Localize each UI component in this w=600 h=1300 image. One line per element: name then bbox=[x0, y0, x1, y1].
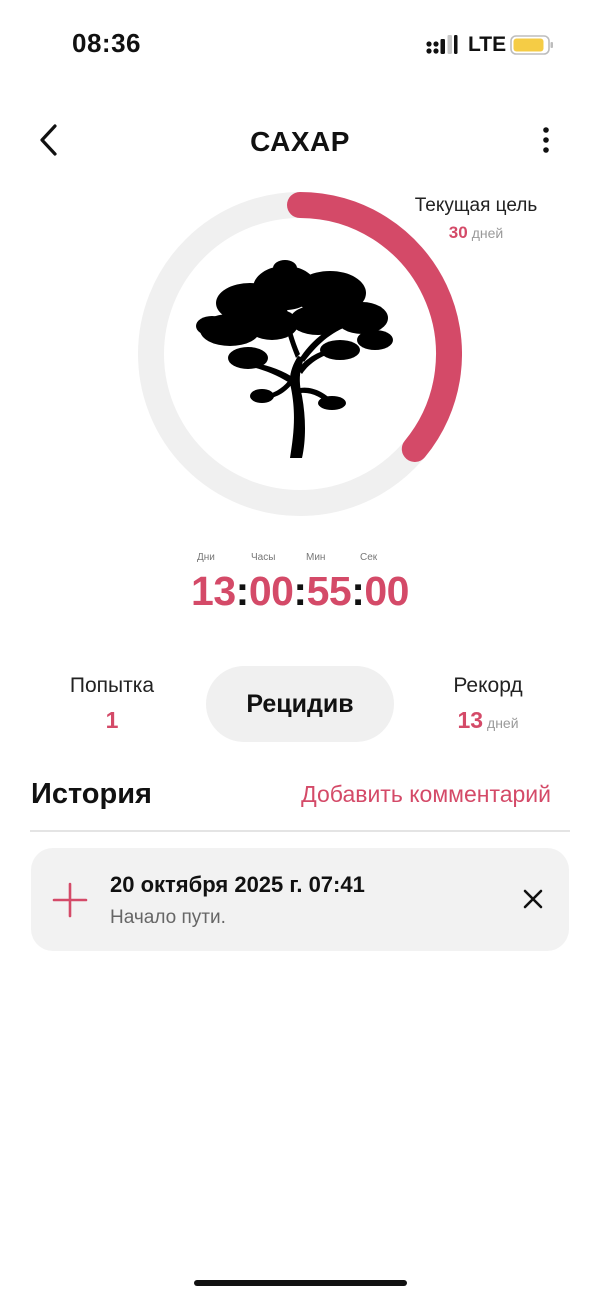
record-days: 13 bbox=[457, 707, 484, 733]
close-icon bbox=[523, 889, 543, 909]
network-type: LTE bbox=[468, 33, 507, 56]
delete-entry-button[interactable] bbox=[516, 882, 550, 916]
timer-minutes: 55 bbox=[306, 568, 352, 614]
timer-label-days: Дни bbox=[197, 552, 215, 563]
timer-days: 13 bbox=[191, 568, 236, 614]
add-comment-link[interactable]: Добавить комментарий bbox=[301, 781, 551, 808]
elapsed-timer: 13:00:55:00 bbox=[0, 568, 600, 615]
record-value: 13 дней bbox=[388, 707, 588, 734]
timer-separator: : bbox=[351, 568, 365, 614]
history-entry-note: Начало пути. bbox=[110, 907, 226, 928]
timer-seconds: 00 bbox=[364, 568, 409, 614]
home-indicator bbox=[194, 1280, 407, 1286]
relapse-button[interactable]: Рецидив bbox=[206, 666, 394, 742]
record-unit: дней bbox=[487, 715, 519, 731]
divider bbox=[30, 830, 570, 832]
attempt-label: Попытка bbox=[69, 674, 155, 697]
signal-icon bbox=[426, 35, 458, 54]
history-entry-date: 20 октября 2025 г. 07:41 bbox=[110, 872, 365, 897]
timer-label-seconds: Сек bbox=[360, 552, 378, 563]
timer-label-minutes: Мин bbox=[306, 552, 326, 563]
timer-hours: 00 bbox=[248, 568, 294, 614]
goal-days: 30 bbox=[448, 223, 468, 242]
record-label: Рекорд bbox=[453, 674, 523, 697]
timer-label-hours: Часы bbox=[251, 552, 276, 563]
attempt-value: 1 bbox=[105, 707, 119, 733]
history-title: История bbox=[31, 778, 152, 810]
goal-value: 30 дней bbox=[408, 223, 544, 243]
history-entry bbox=[31, 848, 569, 951]
goal-unit: дней bbox=[471, 225, 504, 241]
tree-icon bbox=[196, 260, 393, 458]
timer-separator: : bbox=[293, 568, 307, 614]
plus-icon bbox=[52, 882, 88, 918]
more-vertical-icon bbox=[543, 127, 549, 153]
battery-icon bbox=[510, 35, 553, 55]
more-options-button[interactable] bbox=[526, 118, 566, 162]
page-title: САХАР bbox=[250, 126, 350, 157]
status-time: 08:36 bbox=[72, 28, 141, 58]
timer-separator: : bbox=[235, 568, 250, 614]
goal-label: Текущая цель bbox=[414, 195, 538, 216]
